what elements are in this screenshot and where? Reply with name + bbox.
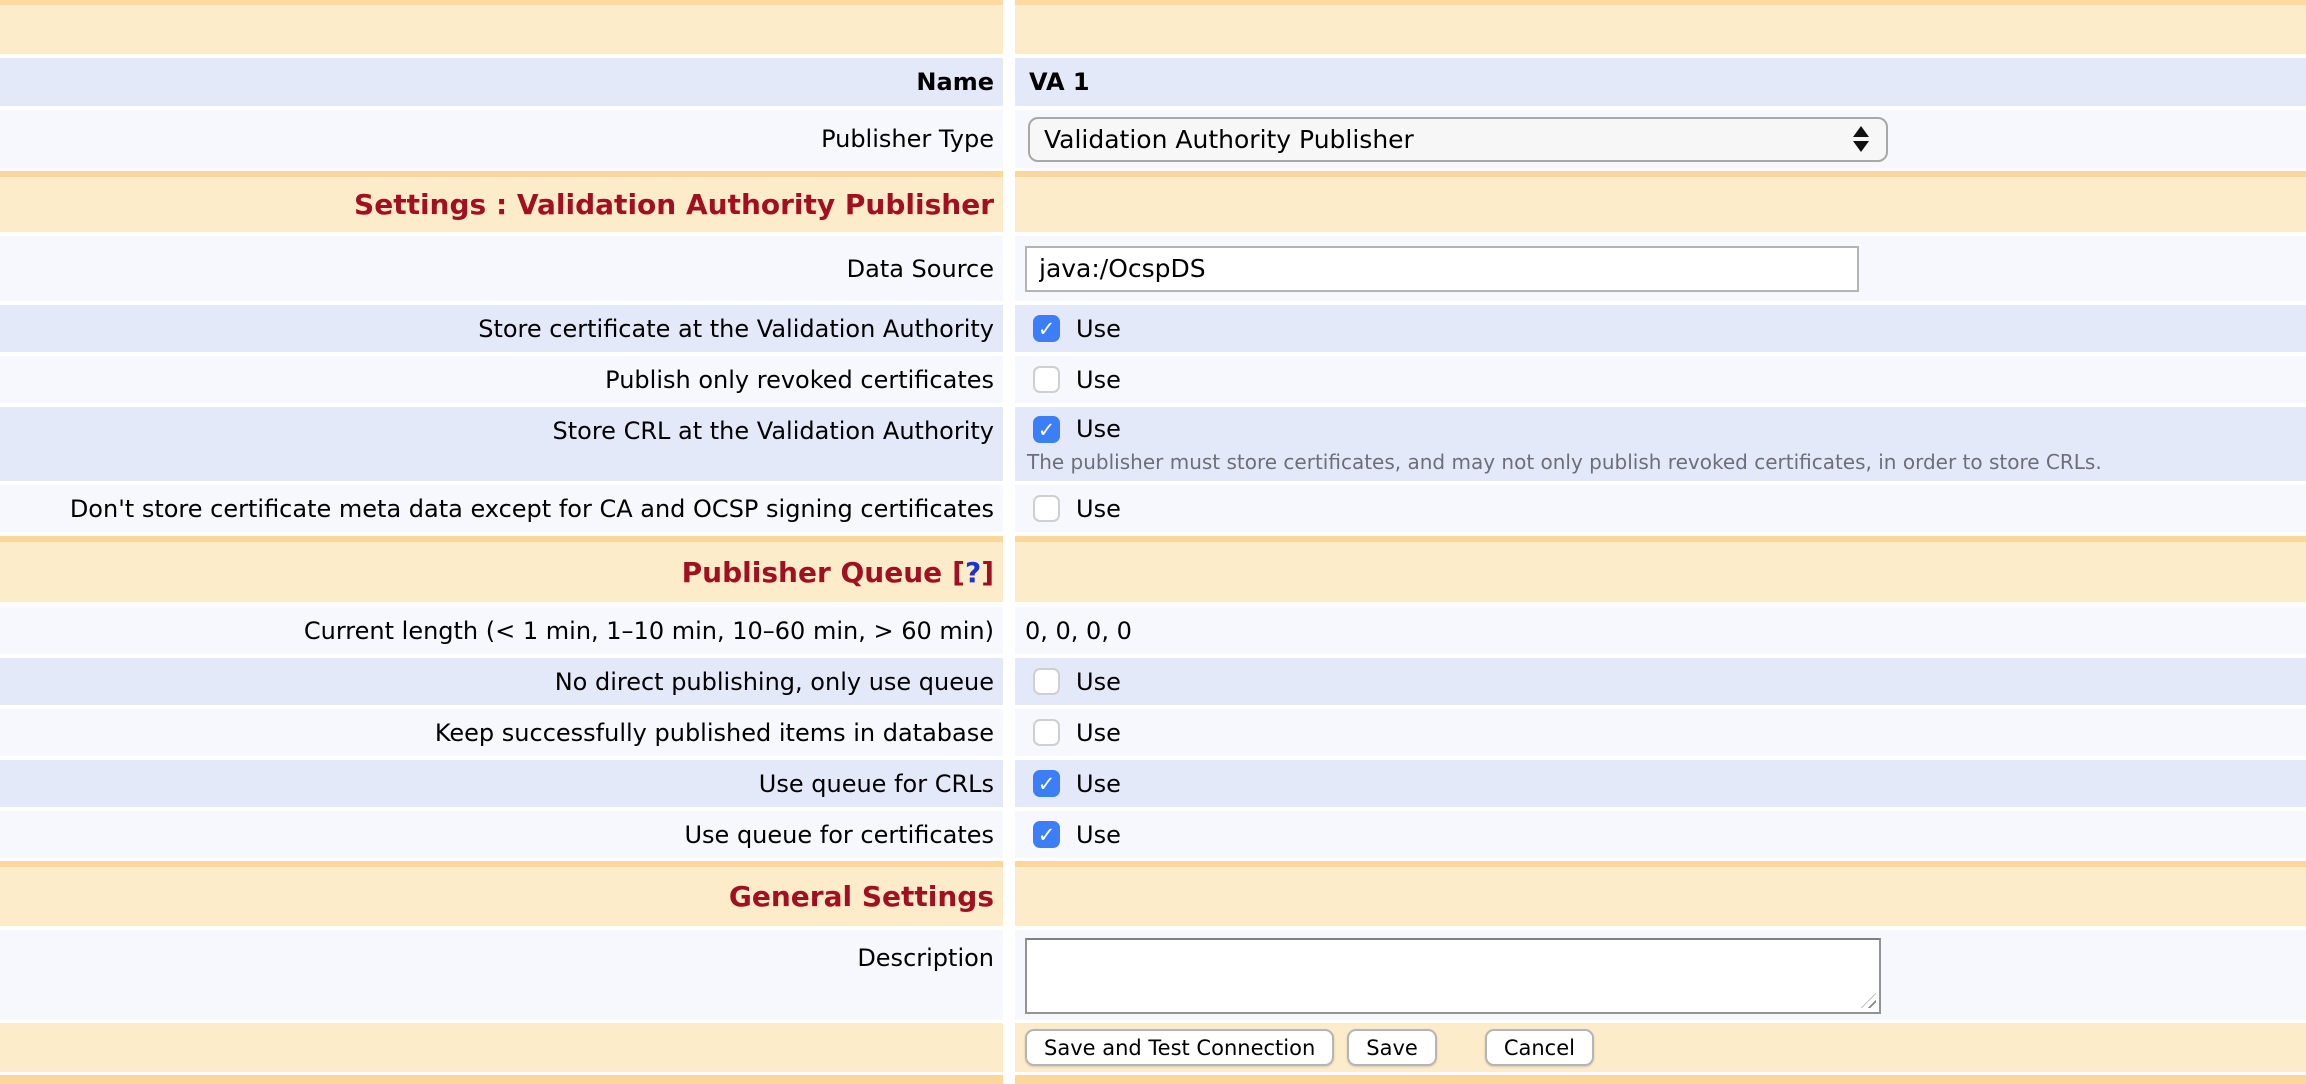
no-direct-publishing-label: No direct publishing, only use queue: [555, 668, 994, 696]
name-label: Name: [916, 68, 994, 96]
save-and-test-connection-button[interactable]: Save and Test Connection: [1025, 1029, 1334, 1066]
settings-section-title: Settings : Validation Authority Publishe…: [354, 188, 994, 221]
publish-only-revoked-label: Publish only revoked certificates: [605, 366, 994, 394]
column-gap: [1003, 0, 1015, 54]
description-row: Description: [0, 930, 2306, 1020]
description-textarea[interactable]: [1025, 938, 1881, 1014]
checkbox-icon[interactable]: [1033, 315, 1060, 342]
publisher-type-selected-value: Validation Authority Publisher: [1044, 125, 1414, 154]
no-direct-publishing-checkbox[interactable]: Use: [1033, 668, 1121, 696]
data-source-label: Data Source: [847, 255, 994, 283]
publisher-queue-section-title: Publisher Queue: [682, 556, 943, 589]
help-bracket-open: [: [952, 556, 965, 589]
use-label: Use: [1076, 668, 1121, 696]
store-certificate-row: Store certificate at the Validation Auth…: [0, 305, 2306, 352]
checkbox-icon[interactable]: [1033, 366, 1060, 393]
general-settings-section-header: General Settings: [0, 861, 2306, 926]
checkbox-icon[interactable]: [1033, 668, 1060, 695]
dont-store-meta-row: Don't store certificate meta data except…: [0, 485, 2306, 532]
use-label: Use: [1076, 719, 1121, 747]
publisher-type-select[interactable]: Validation Authority Publisher: [1028, 117, 1888, 162]
use-queue-crls-row: Use queue for CRLs Use: [0, 760, 2306, 807]
store-certificate-label: Store certificate at the Validation Auth…: [478, 315, 994, 343]
publish-only-revoked-row: Publish only revoked certificates Use: [0, 356, 2306, 403]
use-label: Use: [1076, 821, 1121, 849]
dont-store-meta-label: Don't store certificate meta data except…: [70, 495, 994, 523]
use-label: Use: [1076, 495, 1121, 523]
section-band-bottom-left: [0, 1075, 1003, 1084]
chevron-up-icon: [1853, 126, 1869, 137]
column-gap: [1003, 1075, 1015, 1084]
store-crl-label: Store CRL at the Validation Authority: [553, 417, 994, 445]
section-band-bottom-right: [1015, 1075, 2306, 1084]
help-bracket-close: ]: [981, 556, 994, 589]
store-crl-checkbox[interactable]: Use: [1033, 415, 1121, 443]
current-length-value: 0, 0, 0, 0: [1025, 617, 1132, 645]
keep-published-items-checkbox[interactable]: Use: [1033, 719, 1121, 747]
general-settings-section-title: General Settings: [729, 880, 994, 913]
use-label: Use: [1076, 366, 1121, 394]
checkbox-icon[interactable]: [1033, 495, 1060, 522]
use-label: Use: [1076, 315, 1121, 343]
data-source-row: Data Source: [0, 236, 2306, 301]
publisher-queue-help-link[interactable]: ?: [965, 556, 981, 589]
settings-section-header: Settings : Validation Authority Publishe…: [0, 171, 2306, 232]
select-spinner-icon: [1853, 126, 1869, 152]
use-queue-crls-checkbox[interactable]: Use: [1033, 770, 1121, 798]
publish-only-revoked-checkbox[interactable]: Use: [1033, 366, 1121, 394]
use-queue-certificates-row: Use queue for certificates Use: [0, 811, 2306, 858]
checkbox-icon[interactable]: [1033, 416, 1060, 443]
publisher-type-label: Publisher Type: [821, 125, 994, 153]
store-crl-row: Store CRL at the Validation Authority Us…: [0, 407, 2306, 481]
keep-published-items-label: Keep successfully published items in dat…: [435, 719, 994, 747]
name-value: VA 1: [1029, 68, 1090, 96]
section-band-top-left: [0, 0, 1003, 54]
publisher-queue-section-header: Publisher Queue [?]: [0, 536, 2306, 602]
current-length-row: Current length (< 1 min, 1–10 min, 10–60…: [0, 607, 2306, 654]
use-queue-certificates-checkbox[interactable]: Use: [1033, 821, 1121, 849]
cancel-button[interactable]: Cancel: [1485, 1029, 1594, 1066]
section-band-bottom: [0, 1075, 2306, 1084]
no-direct-publishing-row: No direct publishing, only use queue Use: [0, 658, 2306, 705]
use-label: Use: [1076, 770, 1121, 798]
checkbox-icon[interactable]: [1033, 821, 1060, 848]
data-source-input[interactable]: [1025, 246, 1859, 292]
store-crl-note: The publisher must store certificates, a…: [1027, 450, 2102, 474]
store-certificate-checkbox[interactable]: Use: [1033, 315, 1121, 343]
use-queue-certificates-label: Use queue for certificates: [684, 821, 994, 849]
dont-store-meta-checkbox[interactable]: Use: [1033, 495, 1121, 523]
checkbox-icon[interactable]: [1033, 719, 1060, 746]
use-label: Use: [1076, 415, 1121, 443]
save-button[interactable]: Save: [1347, 1029, 1437, 1066]
actions-row: Save and Test Connection Save Cancel: [0, 1023, 2306, 1072]
chevron-down-icon: [1853, 141, 1869, 152]
publisher-type-row: Publisher Type Validation Authority Publ…: [0, 110, 2306, 168]
section-band-top: [0, 0, 2306, 54]
description-label: Description: [857, 944, 994, 972]
name-row: Name VA 1: [0, 58, 2306, 106]
use-queue-crls-label: Use queue for CRLs: [759, 770, 994, 798]
current-length-label: Current length (< 1 min, 1–10 min, 10–60…: [304, 617, 994, 645]
checkbox-icon[interactable]: [1033, 770, 1060, 797]
keep-published-items-row: Keep successfully published items in dat…: [0, 709, 2306, 756]
section-band-top-right: [1015, 0, 2306, 54]
